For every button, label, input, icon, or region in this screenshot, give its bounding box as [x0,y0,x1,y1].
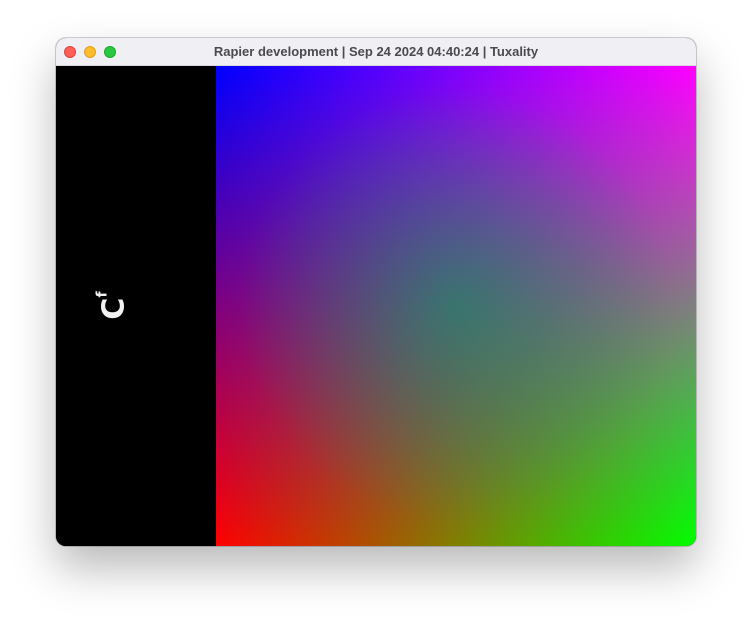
window-content: Cf [56,66,696,546]
gradient-quad [216,66,696,546]
rotated-glyph-text: Cf [94,291,132,320]
gradient-center-tint [216,66,696,546]
gradient-canvas[interactable] [216,66,696,546]
app-window: Rapier development | Sep 24 2024 04:40:2… [56,38,696,546]
title-bar[interactable]: Rapier development | Sep 24 2024 04:40:2… [56,38,696,66]
glyph-sub: f [94,291,111,298]
glyph-main: C [96,297,132,320]
window-title: Rapier development | Sep 24 2024 04:40:2… [213,44,539,59]
left-panel: Cf [56,66,216,546]
